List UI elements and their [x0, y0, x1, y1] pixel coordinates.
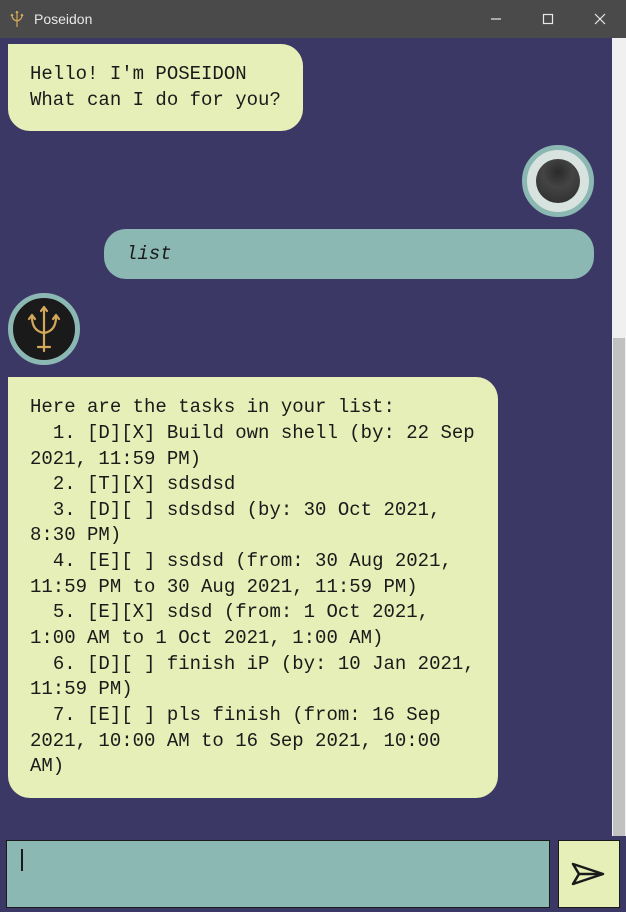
close-button[interactable] [574, 0, 626, 38]
bot-avatar [8, 293, 80, 365]
chat-scroll-area[interactable]: Hello! I'm POSEIDON What can I do for yo… [0, 38, 612, 836]
bot-message-row: Hello! I'm POSEIDON What can I do for yo… [8, 52, 604, 131]
message-input[interactable] [6, 840, 550, 908]
bot-message-bubble: Hello! I'm POSEIDON What can I do for yo… [8, 44, 303, 131]
input-bar [6, 840, 620, 908]
window-titlebar: Poseidon [0, 0, 626, 38]
user-avatar-icon [536, 159, 580, 203]
user-message-row: list [8, 145, 604, 279]
maximize-button[interactable] [522, 0, 574, 38]
minimize-button[interactable] [470, 0, 522, 38]
user-avatar [522, 145, 594, 217]
user-message-bubble: list [104, 229, 594, 279]
scrollbar-track[interactable] [612, 38, 626, 836]
scrollbar-thumb[interactable] [613, 338, 625, 836]
trident-icon [24, 305, 64, 353]
window-title: Poseidon [34, 11, 92, 27]
send-icon [571, 860, 607, 888]
text-caret [21, 849, 23, 871]
send-button[interactable] [558, 840, 620, 908]
app-trident-icon [8, 10, 26, 28]
bot-message-row: Here are the tasks in your list: 1. [D][… [8, 293, 604, 798]
bot-message-bubble: Here are the tasks in your list: 1. [D][… [8, 377, 498, 798]
